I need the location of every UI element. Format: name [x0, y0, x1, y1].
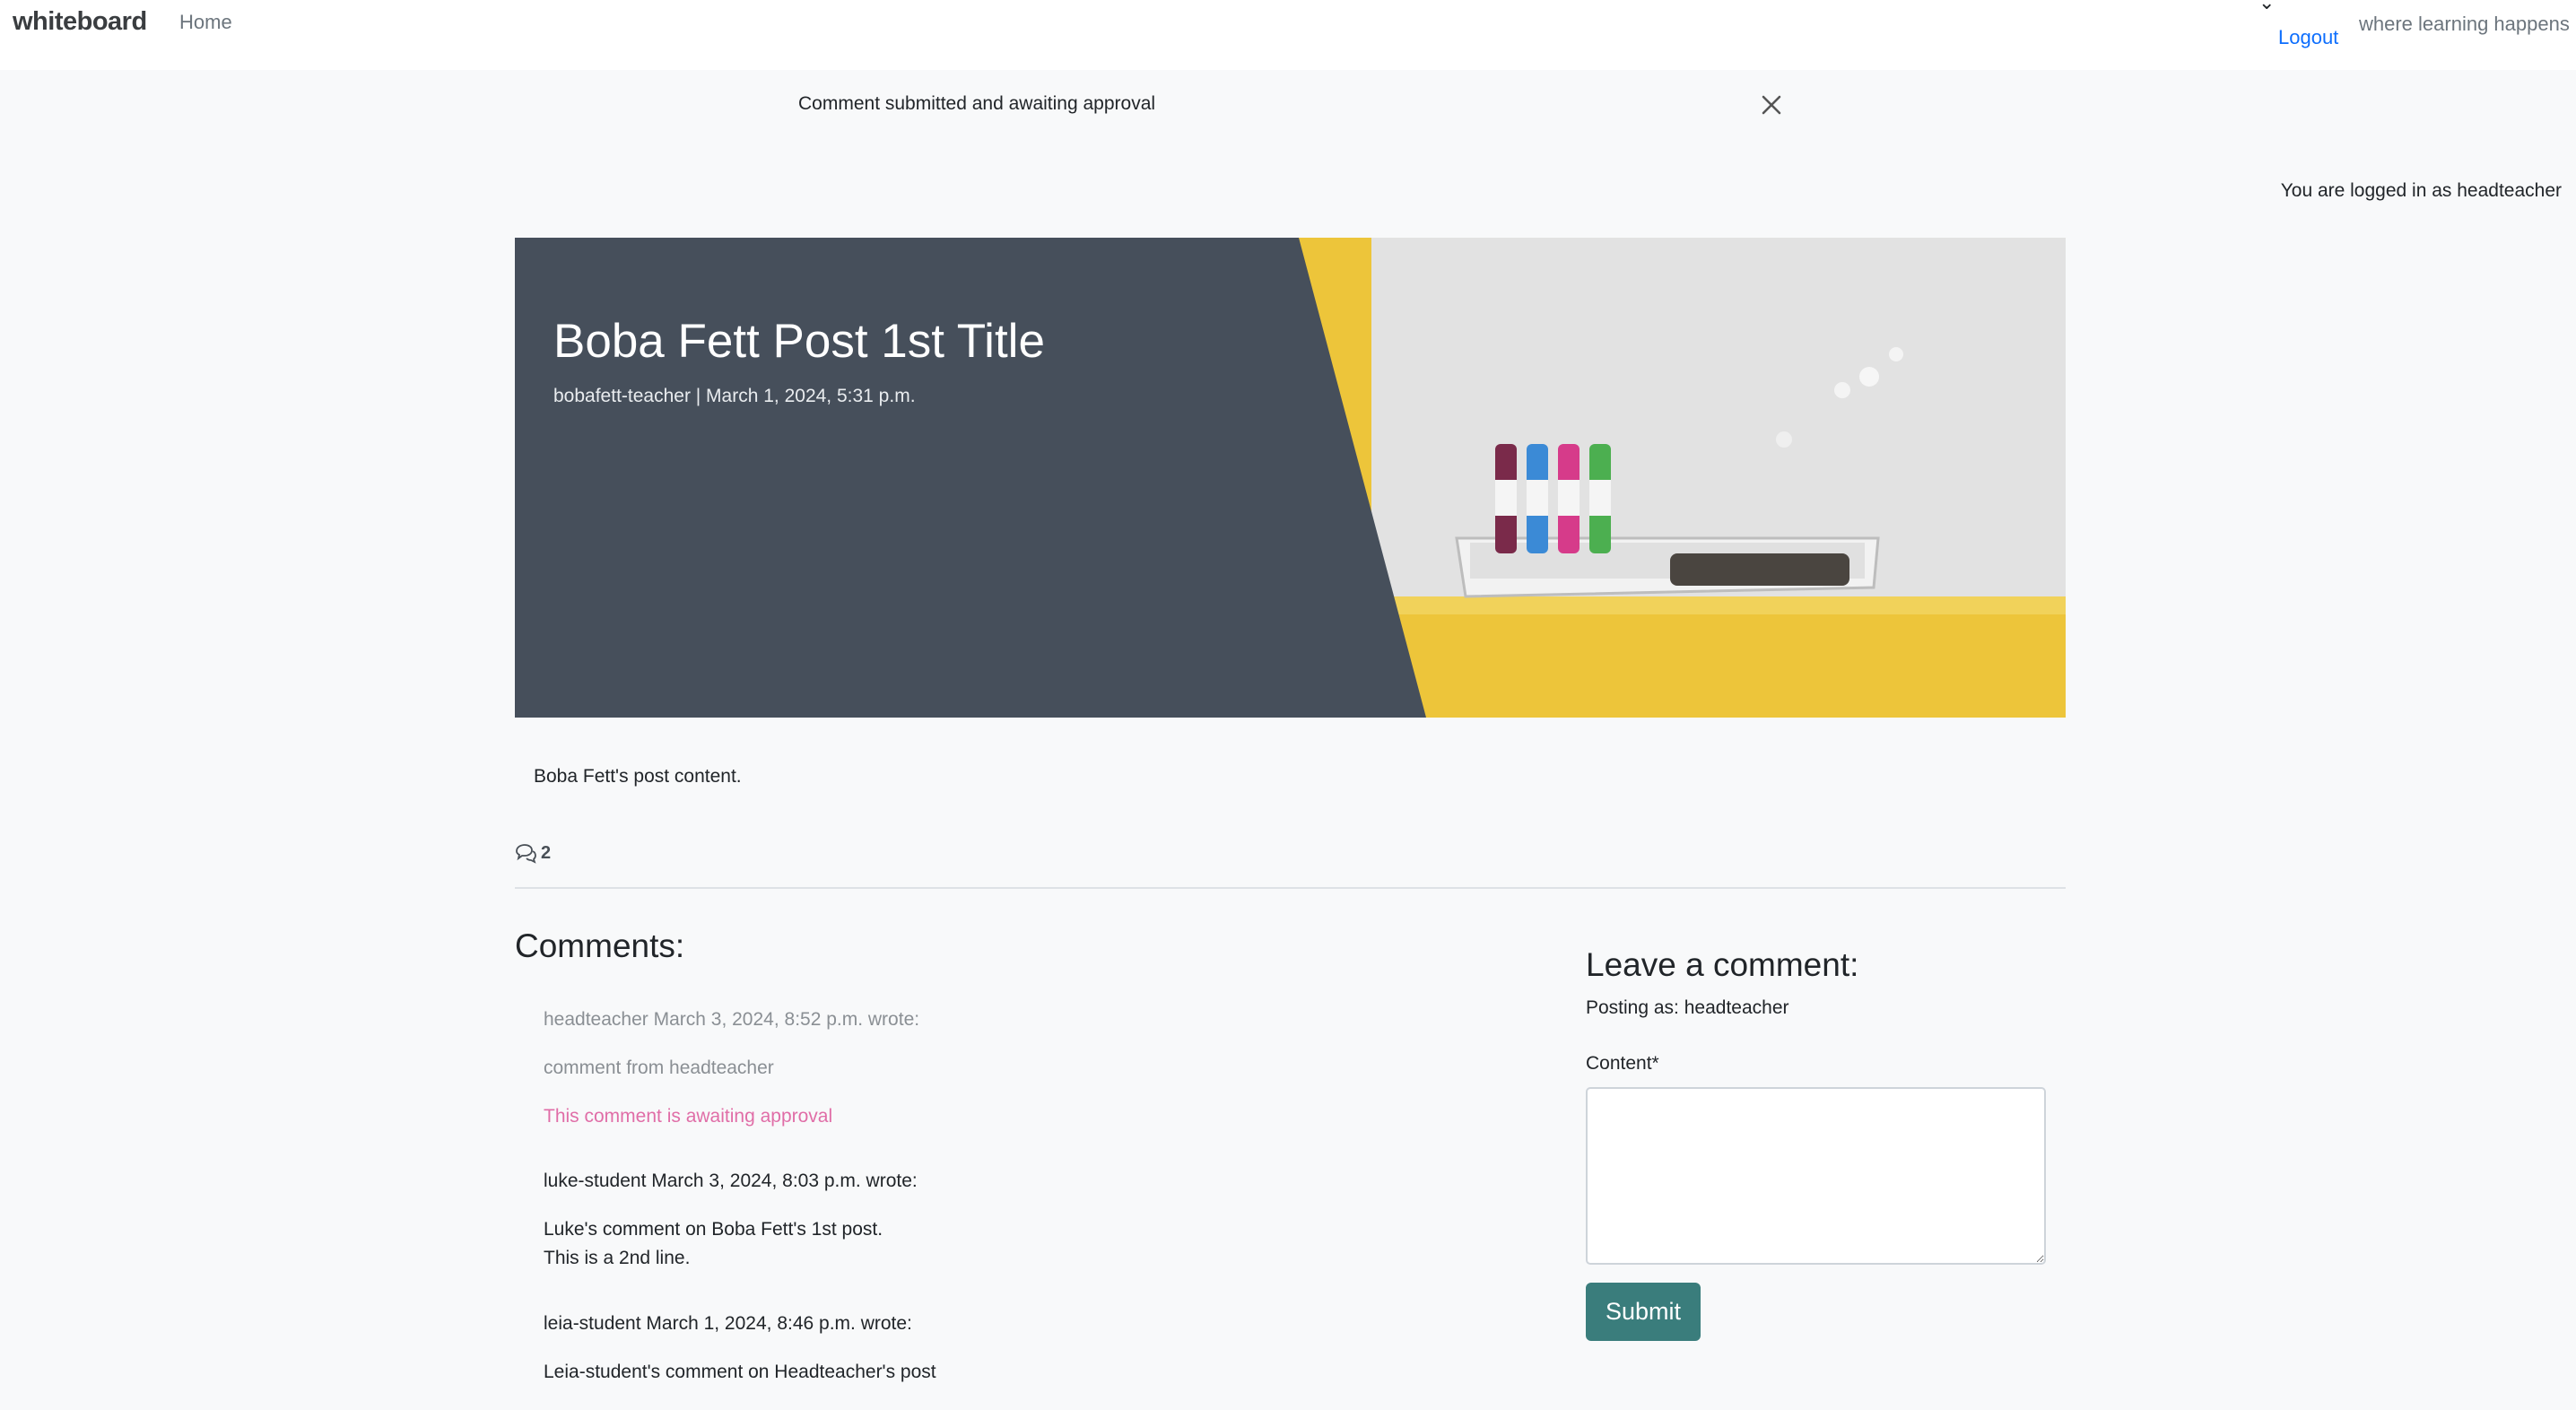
comment-body: comment from headteacher: [544, 1058, 774, 1078]
comment-item: headteacher March 3, 2024, 8:52 p.m. wro…: [544, 1005, 919, 1131]
close-alert-button[interactable]: [1756, 90, 1787, 120]
comment-count: 2: [514, 842, 551, 864]
comments-heading: Comments:: [515, 927, 685, 964]
submit-button[interactable]: Submit: [1586, 1283, 1701, 1341]
tagline: where learning happens: [2359, 13, 2570, 35]
post-title: Boba Fett Post 1st Title: [553, 315, 1045, 368]
logged-in-status: You are logged in as headteacher: [2280, 180, 2562, 201]
post-meta: bobafett-teacher | March 1, 2024, 5:31 p…: [553, 386, 916, 406]
divider: [515, 887, 2066, 889]
comment-body: Luke's comment on Boba Fett's 1st post. …: [544, 1219, 883, 1268]
caret-icon: ⌄: [2258, 0, 2276, 13]
comment-author: headteacher March 3, 2024, 8:52 p.m. wro…: [544, 1009, 920, 1030]
nav-link-logout[interactable]: Logout: [2278, 26, 2338, 49]
leave-comment-heading: Leave a comment:: [1586, 946, 1859, 983]
close-icon: [1762, 95, 1781, 115]
post-content: Boba Fett's post content.: [534, 766, 742, 787]
navbar: whiteboard Home ⌄ Logout where learning …: [0, 0, 2576, 70]
nav-link-home[interactable]: Home: [179, 11, 232, 34]
comment-content-input[interactable]: [1586, 1087, 2046, 1265]
comments-icon: [516, 844, 536, 864]
comment-item: leia-student March 1, 2024, 8:46 p.m. wr…: [544, 1310, 936, 1387]
posting-as-text: Posting as: headteacher: [1586, 997, 1789, 1018]
post-hero-image: [515, 238, 2066, 718]
comment-count-value: 2: [541, 842, 552, 863]
awaiting-approval-note: This comment is awaiting approval: [544, 1106, 833, 1127]
comment-item: luke-student March 3, 2024, 8:03 p.m. wr…: [544, 1167, 918, 1273]
comment-body: Leia-student's comment on Headteacher's …: [544, 1362, 936, 1382]
comment-author: luke-student March 3, 2024, 8:03 p.m. wr…: [544, 1171, 918, 1191]
alert-text: Comment submitted and awaiting approval: [798, 93, 1156, 114]
brand-logo[interactable]: whiteboard: [13, 7, 147, 37]
comment-author: leia-student March 1, 2024, 8:46 p.m. wr…: [544, 1313, 912, 1334]
post-hero: Boba Fett Post 1st Title bobafett-teache…: [515, 238, 2066, 718]
content-label: Content*: [1586, 1053, 1659, 1074]
